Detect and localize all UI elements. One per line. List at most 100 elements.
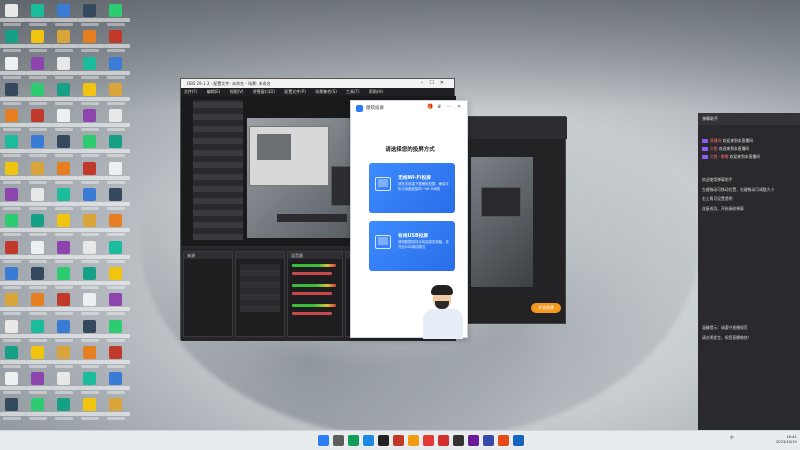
desktop-shortcut[interactable] [0, 370, 26, 396]
desktop-shortcut[interactable] [52, 212, 78, 238]
system-clock[interactable]: 16:42 2023/10/19 [776, 435, 797, 445]
desktop-shortcut[interactable] [52, 370, 78, 396]
desktop-shortcut[interactable] [26, 28, 52, 54]
desktop-shortcut[interactable] [0, 318, 26, 344]
desktop-shortcut[interactable] [26, 212, 52, 238]
taskbar-app-icon[interactable] [393, 435, 404, 446]
desktop-shortcut[interactable] [104, 2, 130, 28]
vip-icon[interactable]: ♛ [437, 104, 441, 110]
desktop-shortcut[interactable] [26, 107, 52, 133]
desktop-shortcut[interactable] [26, 265, 52, 291]
menu-profile[interactable]: 配置文件(P) [284, 89, 306, 94]
desktop-shortcut[interactable] [52, 2, 78, 28]
taskbar-app-icon[interactable] [483, 435, 494, 446]
desktop-shortcut[interactable] [52, 186, 78, 212]
desktop-shortcut[interactable] [78, 81, 104, 107]
desktop-shortcut[interactable] [26, 2, 52, 28]
desktop-shortcut[interactable] [0, 186, 26, 212]
desktop-shortcut[interactable] [0, 239, 26, 265]
menu-scenes[interactable]: 场景集合(S) [315, 89, 337, 94]
minimize-icon[interactable]: – [447, 104, 450, 110]
desktop-shortcut[interactable] [26, 160, 52, 186]
desktop-shortcut[interactable] [52, 107, 78, 133]
desktop-shortcut[interactable] [0, 291, 26, 317]
desktop-shortcut[interactable] [78, 28, 104, 54]
desktop-shortcut[interactable] [0, 55, 26, 81]
desktop-shortcut[interactable] [78, 291, 104, 317]
dialog-titlebar[interactable]: 傲软投屏 🎁 ♛ – ✕ [351, 101, 469, 115]
desktop-shortcut[interactable] [78, 344, 104, 370]
desktop-shortcut[interactable] [26, 239, 52, 265]
desktop-shortcut[interactable] [104, 160, 130, 186]
desktop-shortcut[interactable] [78, 160, 104, 186]
desktop-shortcut[interactable] [104, 212, 130, 238]
desktop-shortcut[interactable] [78, 186, 104, 212]
desktop-shortcut[interactable] [104, 291, 130, 317]
menu-docks[interactable]: 停靠窗口(D) [253, 89, 275, 94]
input-method-indicator[interactable]: 中 [730, 435, 734, 441]
desktop-shortcut[interactable] [26, 344, 52, 370]
desktop-shortcut[interactable] [52, 396, 78, 422]
desktop-shortcut[interactable] [104, 107, 130, 133]
desktop-shortcut[interactable] [0, 133, 26, 159]
desktop-shortcut[interactable] [0, 2, 26, 28]
taskbar-app-icon[interactable] [333, 435, 344, 446]
taskbar-app-icon[interactable] [453, 435, 464, 446]
window-controls[interactable]: –☐✕ [421, 79, 450, 88]
taskbar-app-icon[interactable] [423, 435, 434, 446]
desktop-shortcut[interactable] [104, 186, 130, 212]
menu-edit[interactable]: 编辑(E) [207, 89, 221, 94]
desktop-shortcut[interactable] [0, 396, 26, 422]
desktop-shortcut[interactable] [104, 396, 130, 422]
desktop-shortcut[interactable] [104, 55, 130, 81]
desktop-shortcut[interactable] [78, 239, 104, 265]
desktop-shortcut[interactable] [26, 55, 52, 81]
desktop-shortcut[interactable] [104, 265, 130, 291]
desktop-shortcut[interactable] [104, 239, 130, 265]
desktop-shortcut[interactable] [26, 291, 52, 317]
taskbar-app-icon[interactable] [468, 435, 479, 446]
desktop-shortcut[interactable] [26, 370, 52, 396]
taskbar-app-icon[interactable] [438, 435, 449, 446]
audio-slider-2[interactable] [292, 292, 332, 295]
desktop-shortcut[interactable] [26, 396, 52, 422]
desktop-shortcut[interactable] [104, 28, 130, 54]
close-icon[interactable]: ✕ [457, 104, 461, 110]
taskbar-app-icon[interactable] [513, 435, 524, 446]
desktop-shortcut[interactable] [52, 344, 78, 370]
source-items[interactable] [240, 264, 280, 312]
desktop-shortcut[interactable] [0, 265, 26, 291]
desktop-shortcut[interactable] [104, 318, 130, 344]
desktop-shortcut[interactable] [104, 344, 130, 370]
desktop-shortcut[interactable] [78, 133, 104, 159]
desktop-shortcut[interactable] [104, 133, 130, 159]
desktop-shortcut[interactable] [26, 318, 52, 344]
desktop-shortcut[interactable] [78, 396, 104, 422]
desktop-shortcut[interactable] [52, 55, 78, 81]
usb-projection-card[interactable]: 有线USB投屏 请用数据线将手机连接至电脑，并开启USB调试模式 [369, 221, 455, 271]
menu-tools[interactable]: 工具(T) [346, 89, 360, 94]
desktop-shortcut[interactable] [104, 81, 130, 107]
desktop-shortcut[interactable] [0, 107, 26, 133]
menu-help[interactable]: 帮助(H) [369, 89, 383, 94]
menu-view[interactable]: 视图(V) [230, 89, 244, 94]
desktop-shortcut[interactable] [52, 28, 78, 54]
desktop-shortcut[interactable] [0, 160, 26, 186]
desktop-shortcut[interactable] [52, 160, 78, 186]
desktop-shortcut[interactable] [78, 55, 104, 81]
streaming-preview[interactable] [471, 157, 533, 287]
taskbar-app-icon[interactable] [348, 435, 359, 446]
desktop-shortcut[interactable] [26, 186, 52, 212]
desktop-shortcut[interactable] [78, 2, 104, 28]
danmaku-panel-title[interactable]: 弹幕助手 [698, 113, 800, 125]
desktop-shortcut[interactable] [78, 107, 104, 133]
start-live-button[interactable]: 开始直播 [531, 303, 561, 313]
desktop-shortcut[interactable] [0, 81, 26, 107]
audio-slider-1[interactable] [292, 272, 332, 275]
desktop-shortcut[interactable] [0, 344, 26, 370]
desktop-shortcut[interactable] [78, 265, 104, 291]
taskbar-app-icon[interactable] [363, 435, 374, 446]
desktop-shortcut[interactable] [78, 370, 104, 396]
taskbar-app-icon[interactable] [498, 435, 509, 446]
taskbar-app-icon[interactable] [318, 435, 329, 446]
